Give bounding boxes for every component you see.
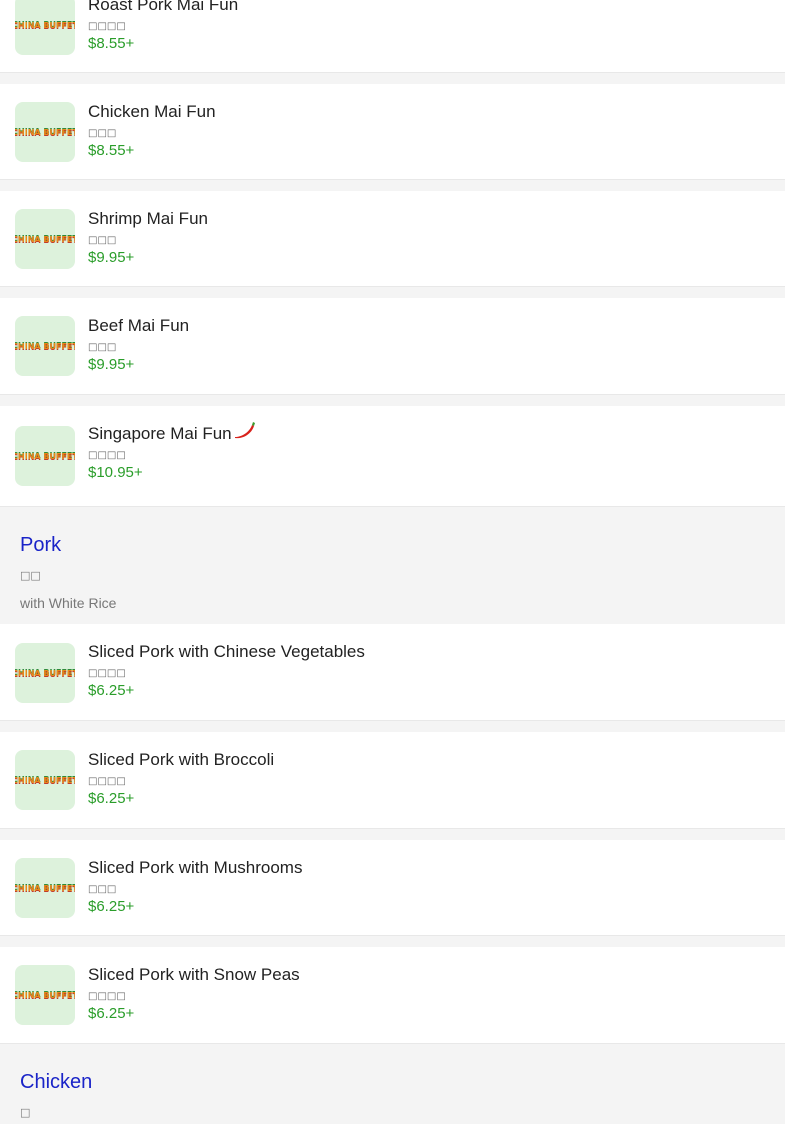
menu-item[interactable]: CHINA BUFFET Sliced Pork with Broccoli □…: [0, 732, 785, 829]
menu-item[interactable]: CHINA BUFFET Shrimp Mai Fun □□□ $9.95+: [0, 191, 785, 287]
item-thumbnail: CHINA BUFFET: [15, 750, 75, 810]
item-chinese-name: □□□□: [88, 776, 126, 787]
restaurant-logo: CHINA BUFFET: [15, 668, 75, 678]
item-name: Chicken Mai Fun: [88, 102, 216, 121]
restaurant-logo: CHINA BUFFET: [15, 234, 75, 244]
item-name: Sliced Pork with Snow Peas: [88, 965, 300, 984]
category-chinese-name: □□: [20, 569, 41, 582]
menu-item[interactable]: CHINA BUFFET Singapore Mai Fun □□□□ $10.…: [0, 406, 785, 507]
item-price: $6.25+: [88, 1005, 135, 1022]
menu-item[interactable]: CHINA BUFFET Sliced Pork with Mushrooms …: [0, 840, 785, 936]
item-name: Singapore Mai Fun: [88, 422, 255, 444]
item-name: Roast Pork Mai Fun: [88, 0, 239, 14]
category-title: Pork: [20, 534, 62, 556]
category-chinese-name: □: [20, 1106, 31, 1119]
item-thumbnail: CHINA BUFFET: [15, 965, 75, 1025]
item-price: $6.25+: [88, 790, 135, 807]
item-chinese-name: □□□: [88, 235, 117, 246]
item-name: Shrimp Mai Fun: [88, 209, 208, 228]
menu-item[interactable]: CHINA BUFFET Chicken Mai Fun □□□ $8.55+: [0, 84, 785, 180]
item-name: Sliced Pork with Mushrooms: [88, 858, 303, 877]
category-title: Chicken: [20, 1071, 93, 1093]
item-thumbnail: CHINA BUFFET: [15, 426, 75, 486]
item-chinese-name: □□□□: [88, 991, 126, 1002]
item-thumbnail: CHINA BUFFET: [15, 316, 75, 376]
item-price: $6.25+: [88, 898, 135, 915]
item-chinese-name: □□□: [88, 342, 117, 353]
item-chinese-name: □□□□: [88, 668, 126, 679]
item-price: $9.95+: [88, 356, 135, 373]
item-chinese-name: □□□: [88, 884, 117, 895]
restaurant-logo: CHINA BUFFET: [15, 883, 75, 893]
item-chinese-name: □□□: [88, 128, 117, 139]
menu-list: CHINA BUFFET Roast Pork Mai Fun □□□□ $8.…: [0, 0, 785, 1124]
item-chinese-name: □□□□: [88, 21, 126, 32]
menu-item[interactable]: CHINA BUFFET Sliced Pork with Snow Peas …: [0, 947, 785, 1044]
item-name: Sliced Pork with Chinese Vegetables: [88, 642, 365, 661]
item-thumbnail: CHINA BUFFET: [15, 209, 75, 269]
menu-item[interactable]: CHINA BUFFET Sliced Pork with Chinese Ve…: [0, 624, 785, 721]
item-thumbnail: CHINA BUFFET: [15, 858, 75, 918]
item-name-text: Singapore Mai Fun: [88, 424, 232, 443]
category-note: with White Rice: [20, 595, 117, 611]
item-price: $8.55+: [88, 35, 135, 52]
restaurant-logo: CHINA BUFFET: [15, 990, 75, 1000]
item-price: $10.95+: [88, 464, 143, 481]
item-price: $9.95+: [88, 249, 135, 266]
item-price: $8.55+: [88, 142, 135, 159]
restaurant-logo: CHINA BUFFET: [15, 127, 75, 137]
item-name: Sliced Pork with Broccoli: [88, 750, 275, 769]
restaurant-logo: CHINA BUFFET: [15, 451, 75, 461]
spicy-pepper-icon: [234, 422, 255, 439]
category-header-chicken: Chicken □: [0, 1044, 785, 1124]
item-thumbnail: CHINA BUFFET: [15, 0, 75, 55]
restaurant-logo: CHINA BUFFET: [15, 20, 75, 30]
menu-item[interactable]: CHINA BUFFET Beef Mai Fun □□□ $9.95+: [0, 298, 785, 395]
restaurant-logo: CHINA BUFFET: [15, 775, 75, 785]
menu-item[interactable]: CHINA BUFFET Roast Pork Mai Fun □□□□ $8.…: [0, 0, 785, 73]
item-price: $6.25+: [88, 682, 135, 699]
item-chinese-name: □□□□: [88, 450, 126, 461]
category-header-pork: Pork □□ with White Rice: [0, 507, 785, 624]
item-name: Beef Mai Fun: [88, 316, 190, 335]
item-thumbnail: CHINA BUFFET: [15, 102, 75, 162]
restaurant-logo: CHINA BUFFET: [15, 341, 75, 351]
item-thumbnail: CHINA BUFFET: [15, 643, 75, 703]
